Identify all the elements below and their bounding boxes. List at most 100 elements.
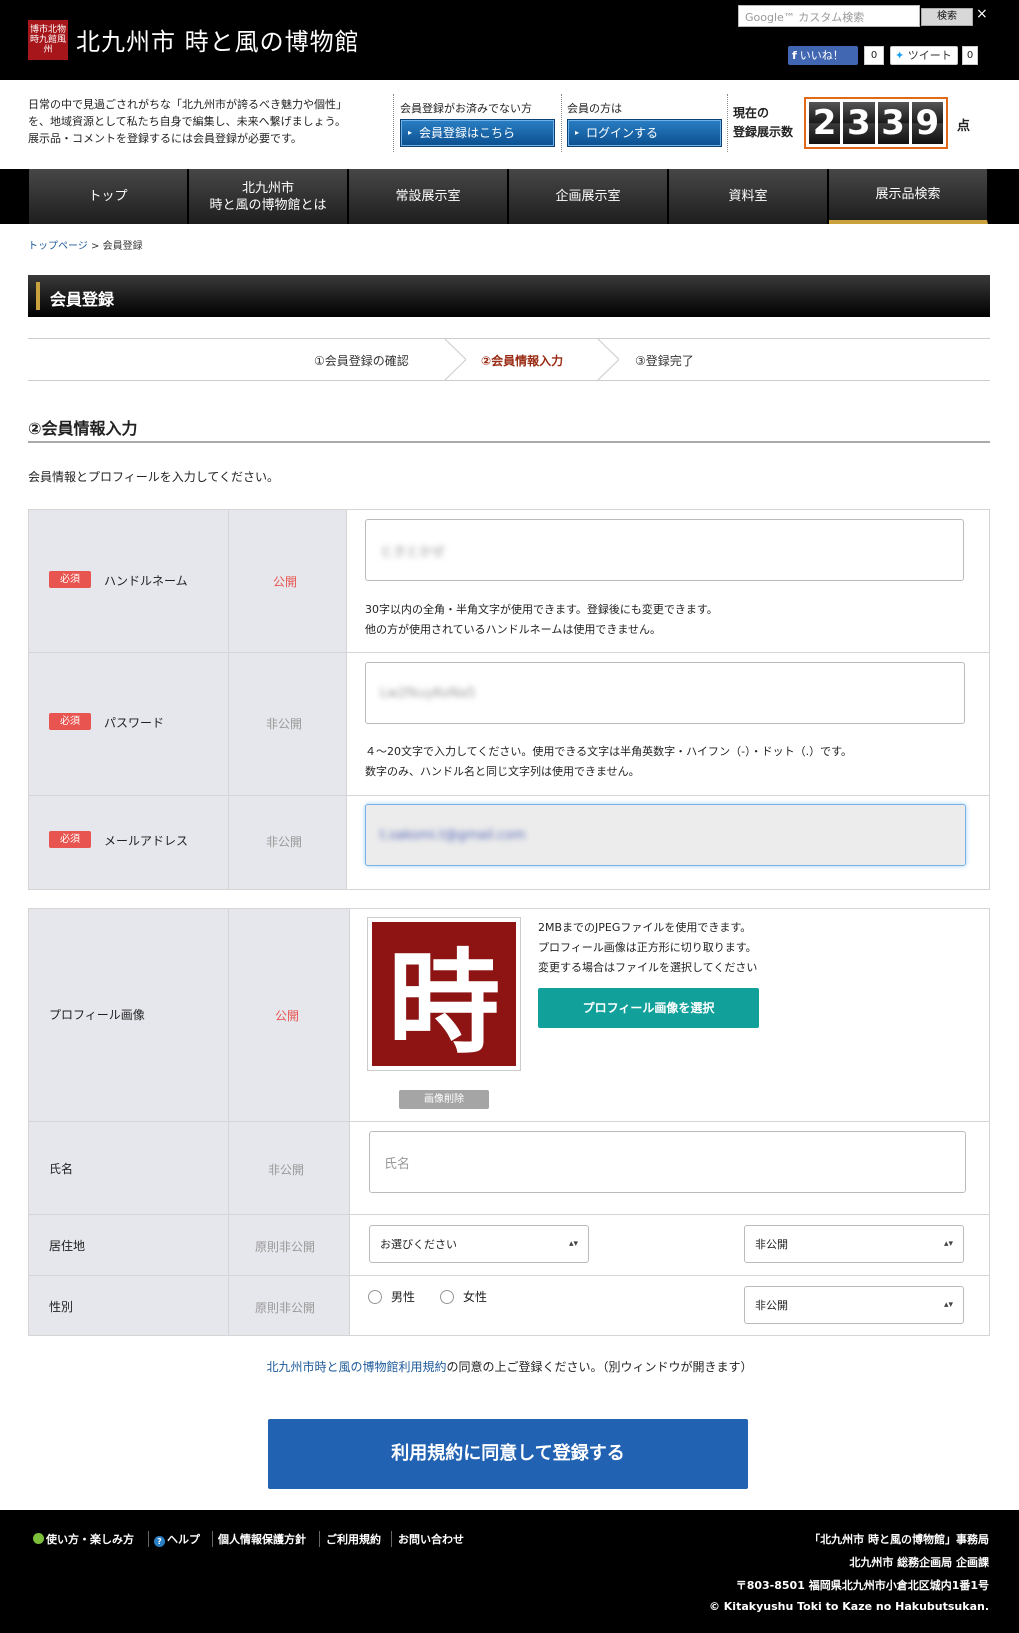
register-button[interactable]: 会員登録はこちら	[400, 119, 555, 147]
close-icon[interactable]: ×	[976, 6, 988, 22]
profile-hint-2: プロフィール画像は正方形に切り取ります。	[538, 941, 757, 954]
form-heading: ②会員情報入力	[28, 419, 138, 438]
handle-hint-2: 他の方が使用されているハンドルネームは使用できません。	[365, 623, 662, 636]
row-divider	[29, 1121, 989, 1122]
footer-link-privacy[interactable]: 個人情報保護方針	[218, 1531, 306, 1547]
visibility-private: 非公開	[266, 835, 303, 849]
facebook-like-label: いいね！	[799, 49, 844, 62]
footer-divider	[391, 1531, 392, 1547]
required-badge: 必須	[49, 831, 91, 848]
footer-link-help[interactable]: ? ヘルプ	[154, 1531, 200, 1547]
footer-link-howto[interactable]: 使い方・楽しみ方	[33, 1531, 134, 1547]
not-member-label: 会員登録がお済みでない方	[400, 102, 532, 115]
leaf-icon	[33, 1533, 44, 1544]
handle-value: ときとかぜ	[380, 544, 446, 560]
nav-item-search[interactable]: 展示品検索	[829, 169, 988, 224]
profile-image-hint: 2MBまでのJPEGファイルを使用できます。 プロフィール画像は正方形に切り取り…	[538, 918, 757, 978]
name-label: 氏名	[49, 1162, 74, 1176]
handle-hint: 30字以内の全角・半角文字が使用できます。登録後にも変更できます。 他の方が使用…	[365, 600, 718, 640]
password-label: パスワード	[104, 716, 165, 730]
email-value: t.sakomi.t@gmail.com	[380, 827, 526, 843]
column-divider	[349, 909, 350, 1335]
logo-seal-icon[interactable]: 博市北物時九館風州	[28, 20, 68, 60]
breadcrumb-current: 会員登録	[102, 241, 143, 252]
visibility-principal-private: 原則非公開	[255, 1301, 316, 1315]
counter-digit: 2	[809, 102, 841, 144]
counter-digit: 3	[843, 102, 875, 144]
handle-label: ハンドルネーム	[104, 574, 188, 588]
footer-copyright: © Kitakyushu Toki to Kaze no Hakubutsuka…	[708, 1600, 989, 1613]
footer-link-terms[interactable]: ご利用規約	[326, 1531, 381, 1547]
member-label: 会員の方は	[567, 102, 622, 115]
gender-female-radio[interactable]	[440, 1290, 454, 1304]
divider	[727, 94, 728, 152]
email-label: メールアドレス	[104, 834, 189, 848]
footer-address: 〒803-8501 福岡県北九州市小倉北区城内1番1号	[735, 1579, 989, 1592]
step-chevron-icon	[444, 338, 466, 381]
facebook-like-button[interactable]: f いいね！	[788, 46, 858, 65]
footer-divider	[212, 1531, 213, 1547]
nav-item-permanent[interactable]: 常設展示室	[349, 169, 508, 224]
breadcrumb-home[interactable]: トップページ	[28, 241, 88, 252]
footer-help-label: ヘルプ	[167, 1533, 200, 1546]
facebook-like-count: 0	[864, 46, 884, 65]
step-1: ①会員登録の確認	[314, 354, 409, 368]
gender-visibility-value: 非公開	[755, 1299, 788, 1312]
form-description: 会員情報とプロフィールを入力してください。	[28, 470, 280, 484]
breadcrumb: トップページ > 会員登録	[28, 237, 143, 252]
profile-image-label: プロフィール画像	[49, 1008, 145, 1022]
footer-divider	[148, 1531, 149, 1547]
footer-howto-label: 使い方・楽しみ方	[46, 1533, 134, 1546]
help-icon: ?	[154, 1536, 165, 1547]
residence-visibility-select[interactable]: 非公開 ▴▾	[744, 1225, 964, 1263]
site-title[interactable]: 北九州市 時と風の博物館	[76, 22, 360, 57]
password-hint-1: ４～20文字で入力してください。使用できる文字は半角英数字・ハイフン（-）・ドッ…	[365, 745, 852, 758]
gender-visibility-select[interactable]: 非公開 ▴▾	[744, 1286, 964, 1324]
search-button[interactable]: 検索	[921, 8, 973, 26]
tweet-button[interactable]: ✦ ツイート	[890, 46, 958, 65]
password-hint: ４～20文字で入力してください。使用できる文字は半角英数字・ハイフン（-）・ドッ…	[365, 742, 852, 782]
gender-female-label[interactable]: 女性	[463, 1288, 487, 1305]
nav-item-about[interactable]: 北九州市 時と風の博物館とは	[189, 169, 348, 224]
count-label-line-1: 現在の	[733, 106, 770, 120]
email-input[interactable]: t.sakomi.t@gmail.com	[365, 804, 966, 866]
page-title: 会員登録	[50, 290, 115, 309]
select-profile-image-button[interactable]: プロフィール画像を選択	[538, 988, 759, 1028]
divider	[393, 94, 394, 152]
gender-male-label[interactable]: 男性	[391, 1288, 415, 1305]
terms-link[interactable]: 北九州市時と風の博物館利用規約	[266, 1360, 446, 1374]
tweet-count: 0	[962, 46, 978, 65]
terms-text: の同意の上ご登録ください。（別ウィンドウが開きます）	[446, 1360, 753, 1374]
agree-and-register-button[interactable]: 利用規約に同意して登録する	[268, 1419, 748, 1489]
visibility-public: 公開	[273, 575, 298, 589]
nav-about-line-2: 時と風の博物館とは	[209, 197, 327, 213]
column-divider	[346, 510, 347, 889]
select-arrows-icon: ▴▾	[568, 1239, 578, 1249]
row-divider	[29, 1275, 989, 1276]
nav-item-special[interactable]: 企画展示室	[509, 169, 668, 224]
count-unit: 点	[957, 119, 971, 134]
password-input[interactable]: Lw2fkuyKoNa5	[365, 662, 965, 724]
select-arrows-icon: ▴▾	[943, 1239, 953, 1249]
breadcrumb-separator: >	[91, 241, 100, 252]
gender-male-radio[interactable]	[368, 1290, 382, 1304]
name-input[interactable]: 氏名	[369, 1131, 966, 1193]
password-value: Lw2fkuyKoNa5	[380, 685, 476, 701]
search-input[interactable]: Google™ カスタム検索	[738, 5, 920, 27]
residence-label: 居住地	[49, 1239, 86, 1253]
handle-input[interactable]: ときとかぜ	[365, 519, 964, 581]
login-button[interactable]: ログインする	[567, 119, 722, 147]
site-footer	[0, 1510, 1019, 1633]
password-hint-2: 数字のみ、ハンドル名と同じ文字列は使用できません。	[365, 765, 640, 778]
residence-select[interactable]: お選びください ▴▾	[369, 1225, 589, 1263]
nav-item-top[interactable]: トップ	[29, 169, 188, 224]
footer-link-contact[interactable]: お問い合わせ	[398, 1531, 464, 1547]
residence-select-value: お選びください	[380, 1238, 457, 1251]
divider	[561, 94, 562, 152]
intro-text: 日常の中で見過ごされがちな「北九州市が誇るべき魅力や個性」 を、地域資源として私…	[28, 96, 383, 147]
page-title-bar	[28, 275, 990, 317]
terms-note: 北九州市時と風の博物館利用規約の同意の上ご登録ください。（別ウィンドウが開きます…	[0, 1358, 1019, 1375]
nav-item-archive[interactable]: 資料室	[669, 169, 828, 224]
row-divider	[29, 652, 989, 653]
image-delete-button[interactable]: 画像削除	[399, 1090, 489, 1109]
